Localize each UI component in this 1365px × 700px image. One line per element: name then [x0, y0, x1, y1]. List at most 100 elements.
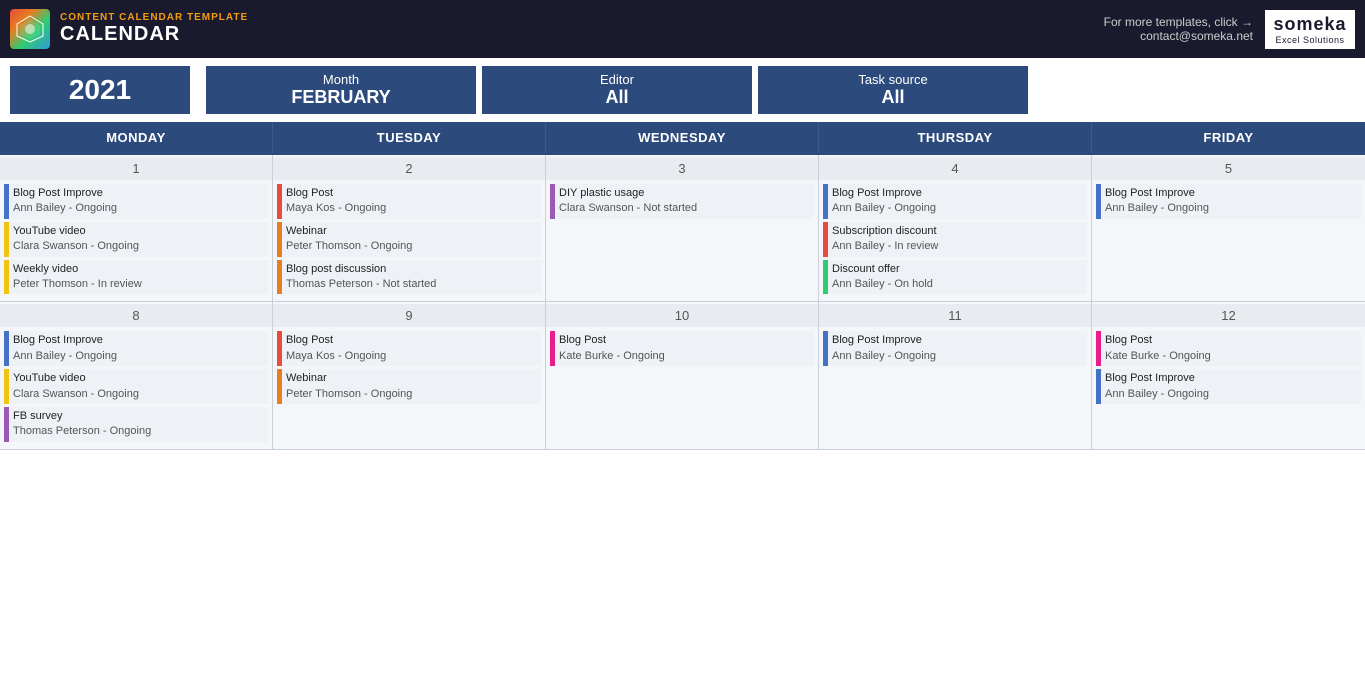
event-title: DIY plastic usage	[559, 186, 697, 201]
event-subtitle: Ann Bailey - Ongoing	[1105, 201, 1209, 216]
event-title: YouTube video	[13, 371, 139, 386]
event-subtitle: Clara Swanson - Not started	[559, 201, 697, 216]
event-title: Blog Post Improve	[13, 333, 117, 348]
list-item[interactable]: Blog Post ImproveAnn Bailey - Ongoing	[1096, 184, 1361, 219]
list-item[interactable]: WebinarPeter Thomson - Ongoing	[277, 222, 541, 257]
header-monday: MONDAY	[0, 122, 273, 153]
day-number-5: 5	[1092, 157, 1365, 180]
event-subtitle: Clara Swanson - Ongoing	[13, 239, 139, 254]
event-subtitle: Clara Swanson - Ongoing	[13, 387, 139, 402]
event-subtitle: Kate Burke - Ongoing	[1105, 349, 1211, 364]
day-number-2: 2	[273, 157, 545, 180]
list-item[interactable]: Blog Post ImproveAnn Bailey - Ongoing	[823, 184, 1087, 219]
event-content: YouTube videoClara Swanson - Ongoing	[9, 369, 143, 404]
event-title: Blog Post	[1105, 333, 1211, 348]
header-title: CALENDAR	[60, 23, 248, 46]
event-content: Blog PostKate Burke - Ongoing	[555, 331, 669, 366]
list-item[interactable]: YouTube videoClara Swanson - Ongoing	[4, 369, 268, 404]
event-title: Blog post discussion	[286, 262, 436, 277]
cal-cell-2: 2 Blog PostMaya Kos - OngoingWebinarPeter…	[273, 155, 546, 302]
list-item[interactable]: Discount offerAnn Bailey - On hold	[823, 260, 1087, 295]
event-subtitle: Peter Thomson - Ongoing	[286, 387, 412, 402]
someka-logo: someka Excel Solutions	[1265, 10, 1355, 49]
list-item[interactable]: WebinarPeter Thomson - Ongoing	[277, 369, 541, 404]
event-title: YouTube video	[13, 224, 139, 239]
event-content: Blog PostMaya Kos - Ongoing	[282, 331, 390, 366]
logo-area: CONTENT CALENDAR TEMPLATE CALENDAR	[10, 9, 248, 49]
event-title: Subscription discount	[832, 224, 938, 239]
list-item[interactable]: Blog Post ImproveAnn Bailey - Ongoing	[1096, 369, 1361, 404]
cal-cell-12: 12Blog PostKate Burke - OngoingBlog Post…	[1092, 302, 1365, 449]
event-title: Webinar	[286, 371, 412, 386]
event-content: Blog Post ImproveAnn Bailey - Ongoing	[828, 331, 940, 366]
year-box[interactable]: 2021	[10, 66, 190, 114]
event-content: WebinarPeter Thomson - Ongoing	[282, 369, 416, 404]
event-content: Blog PostKate Burke - Ongoing	[1101, 331, 1215, 366]
cal-cell-4: 4Blog Post ImproveAnn Bailey - OngoingSu…	[819, 155, 1092, 302]
event-subtitle: Thomas Peterson - Not started	[286, 277, 436, 292]
list-item[interactable]: Blog Post ImproveAnn Bailey - Ongoing	[4, 331, 268, 366]
event-subtitle: Peter Thomson - Ongoing	[286, 239, 412, 254]
filter-row: 2021 Month FEBRUARY Editor All Task sour…	[0, 58, 1365, 122]
list-item[interactable]: Blog PostMaya Kos - Ongoing	[277, 184, 541, 219]
event-content: FB surveyThomas Peterson - Ongoing	[9, 407, 155, 442]
day-number-12: 12	[1092, 304, 1365, 327]
event-title: Blog Post	[559, 333, 665, 348]
event-subtitle: Kate Burke - Ongoing	[559, 349, 665, 364]
event-content: Blog Post ImproveAnn Bailey - Ongoing	[9, 331, 121, 366]
event-content: Blog post discussionThomas Peterson - No…	[282, 260, 440, 295]
event-subtitle: Ann Bailey - Ongoing	[13, 201, 117, 216]
event-title: Weekly video	[13, 262, 142, 277]
cal-cell-3: 3 DIY plastic usageClara Swanson - Not st…	[546, 155, 819, 302]
task-filter[interactable]: Task source All	[758, 66, 1028, 114]
event-subtitle: Thomas Peterson - Ongoing	[13, 424, 151, 439]
event-subtitle: Maya Kos - Ongoing	[286, 349, 386, 364]
event-content: Blog Post ImproveAnn Bailey - Ongoing	[9, 184, 121, 219]
day-number-1: 1	[0, 157, 272, 180]
event-title: Blog Post Improve	[832, 186, 936, 201]
event-subtitle: Ann Bailey - Ongoing	[13, 349, 117, 364]
event-content: Blog Post ImproveAnn Bailey - Ongoing	[828, 184, 940, 219]
event-content: WebinarPeter Thomson - Ongoing	[282, 222, 416, 257]
event-title: Blog Post Improve	[13, 186, 117, 201]
event-title: Blog Post Improve	[1105, 186, 1209, 201]
list-item[interactable]: Blog PostKate Burke - Ongoing	[1096, 331, 1361, 366]
top-header: CONTENT CALENDAR TEMPLATE CALENDAR For m…	[0, 0, 1365, 58]
list-item[interactable]: FB surveyThomas Peterson - Ongoing	[4, 407, 268, 442]
header-thursday: THURSDAY	[819, 122, 1092, 153]
list-item[interactable]: YouTube videoClara Swanson - Ongoing	[4, 222, 268, 257]
day-number-3: 3	[546, 157, 818, 180]
event-title: Blog Post	[286, 333, 386, 348]
day-number-8: 8	[0, 304, 272, 327]
header-titles: CONTENT CALENDAR TEMPLATE CALENDAR	[60, 12, 248, 46]
cal-cell-1: 1Blog Post ImproveAnn Bailey - OngoingYo…	[0, 155, 273, 302]
calendar-grid: 1Blog Post ImproveAnn Bailey - OngoingYo…	[0, 153, 1365, 450]
list-item[interactable]: DIY plastic usageClara Swanson - Not sta…	[550, 184, 814, 219]
list-item[interactable]: Blog PostMaya Kos - Ongoing	[277, 331, 541, 366]
list-item[interactable]: Blog Post ImproveAnn Bailey - Ongoing	[4, 184, 268, 219]
event-title: Discount offer	[832, 262, 933, 277]
editor-filter[interactable]: Editor All	[482, 66, 752, 114]
cal-cell-10: 10Blog PostKate Burke - Ongoing	[546, 302, 819, 449]
event-content: Blog PostMaya Kos - Ongoing	[282, 184, 390, 219]
event-subtitle: Ann Bailey - Ongoing	[1105, 387, 1209, 402]
event-title: Blog Post Improve	[1105, 371, 1209, 386]
list-item[interactable]: Blog post discussionThomas Peterson - No…	[277, 260, 541, 295]
header-wednesday: WEDNESDAY	[546, 122, 819, 153]
event-content: YouTube videoClara Swanson - Ongoing	[9, 222, 143, 257]
event-content: DIY plastic usageClara Swanson - Not sta…	[555, 184, 701, 219]
list-item[interactable]: Weekly videoPeter Thomson - In review	[4, 260, 268, 295]
list-item[interactable]: Blog PostKate Burke - Ongoing	[550, 331, 814, 366]
event-subtitle: Maya Kos - Ongoing	[286, 201, 386, 216]
event-title: FB survey	[13, 409, 151, 424]
event-subtitle: Ann Bailey - Ongoing	[832, 201, 936, 216]
header-tuesday: TUESDAY	[273, 122, 546, 153]
event-content: Subscription discountAnn Bailey - In rev…	[828, 222, 942, 257]
list-item[interactable]: Blog Post ImproveAnn Bailey - Ongoing	[823, 331, 1087, 366]
header-friday: FRIDAY	[1092, 122, 1365, 153]
calendar-header: MONDAY TUESDAY WEDNESDAY THURSDAY FRIDAY	[0, 122, 1365, 153]
list-item[interactable]: Subscription discountAnn Bailey - In rev…	[823, 222, 1087, 257]
month-filter[interactable]: Month FEBRUARY	[206, 66, 476, 114]
cal-cell-5: 5 Blog Post ImproveAnn Bailey - Ongoing	[1092, 155, 1365, 302]
event-subtitle: Ann Bailey - On hold	[832, 277, 933, 292]
